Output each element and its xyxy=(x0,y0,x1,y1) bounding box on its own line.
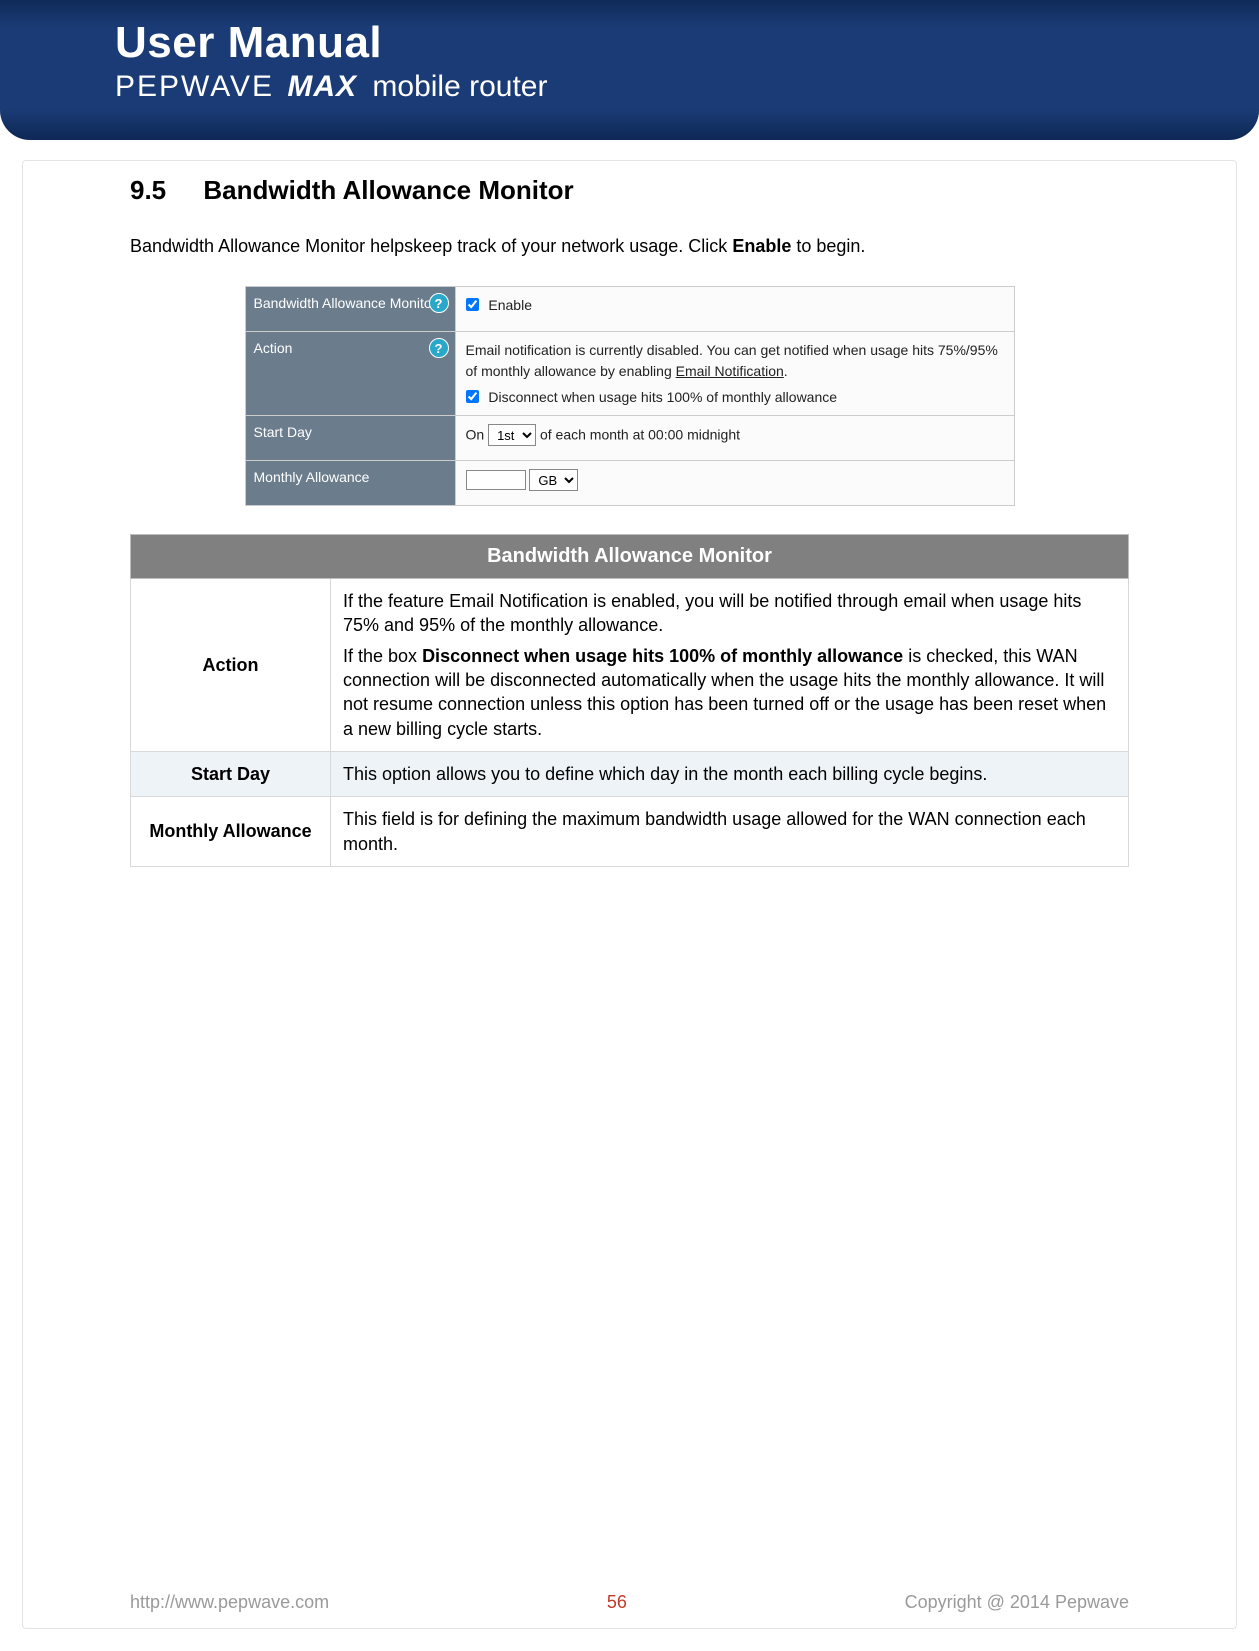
config-row-monitor: Bandwidth Allowance Monitor ? Enable xyxy=(245,287,1014,332)
config-value-startday: On 1st of each month at 00:00 midnight xyxy=(455,416,1014,461)
intro-text-post: to begin. xyxy=(791,236,865,256)
enable-checkbox[interactable] xyxy=(466,298,479,311)
page-footer: http://www.pepwave.com 56 Copyright @ 20… xyxy=(0,1592,1259,1613)
section-heading: 9.5 Bandwidth Allowance Monitor xyxy=(130,175,1129,206)
desc-header-row: Bandwidth Allowance Monitor xyxy=(131,535,1129,579)
desc-text-monthly: This field is for defining the maximum b… xyxy=(331,797,1129,867)
config-label-startday: Start Day xyxy=(245,416,455,461)
disconnect-row: Disconnect when usage hits 100% of month… xyxy=(466,387,1004,407)
desc-row-startday: Start Day This option allows you to defi… xyxy=(131,751,1129,796)
config-panel: Bandwidth Allowance Monitor ? Enable Act… xyxy=(245,286,1015,506)
desc-row-action: Action If the feature Email Notification… xyxy=(131,579,1129,752)
desc-action-p1: If the feature Email Notification is ena… xyxy=(343,589,1116,638)
page-content: 9.5 Bandwidth Allowance Monitor Bandwidt… xyxy=(0,140,1259,867)
header-brand: PEPWAVE xyxy=(115,70,274,103)
desc-label-action: Action xyxy=(131,579,331,752)
config-label-monthly: Monthly Allowance xyxy=(245,461,455,506)
startday-select[interactable]: 1st xyxy=(488,424,536,446)
startday-prefix: On xyxy=(466,427,485,443)
section-title: Bandwidth Allowance Monitor xyxy=(203,175,573,205)
intro-text-pre: Bandwidth Allowance Monitor helpskeep tr… xyxy=(130,236,732,256)
footer-copyright: Copyright @ 2014 Pepwave xyxy=(905,1592,1129,1613)
config-label-monitor: Bandwidth Allowance Monitor ? xyxy=(245,287,455,332)
desc-action-p2: If the box Disconnect when usage hits 10… xyxy=(343,644,1116,741)
header-model: MAX xyxy=(287,70,357,103)
config-row-monthly: Monthly Allowance GB xyxy=(245,461,1014,506)
desc-action-p2-pre: If the box xyxy=(343,646,422,666)
config-label-action-text: Action xyxy=(254,340,293,356)
desc-row-monthly: Monthly Allowance This field is for defi… xyxy=(131,797,1129,867)
desc-action-p2-bold: Disconnect when usage hits 100% of month… xyxy=(422,646,903,666)
intro-enable-word: Enable xyxy=(732,236,791,256)
desc-label-monthly: Monthly Allowance xyxy=(131,797,331,867)
config-label-monitor-text: Bandwidth Allowance Monitor xyxy=(254,295,437,311)
disconnect-label: Disconnect when usage hits 100% of month… xyxy=(488,389,837,405)
help-icon[interactable]: ? xyxy=(429,338,449,358)
desc-label-startday: Start Day xyxy=(131,751,331,796)
desc-text-startday: This option allows you to define which d… xyxy=(331,751,1129,796)
desc-text-action: If the feature Email Notification is ena… xyxy=(331,579,1129,752)
page-header: User Manual PEPWAVE MAX mobile router xyxy=(0,0,1259,140)
disconnect-checkbox[interactable] xyxy=(466,390,479,403)
config-label-action: Action ? xyxy=(245,332,455,416)
monthly-allowance-input[interactable] xyxy=(466,470,526,490)
config-label-startday-text: Start Day xyxy=(254,424,312,440)
intro-paragraph: Bandwidth Allowance Monitor helpskeep tr… xyxy=(130,234,1129,258)
help-icon[interactable]: ? xyxy=(429,293,449,313)
config-value-monitor: Enable xyxy=(455,287,1014,332)
config-row-startday: Start Day On 1st of each month at 00:00 … xyxy=(245,416,1014,461)
header-product: mobile router xyxy=(372,70,547,103)
config-row-action: Action ? Email notification is currently… xyxy=(245,332,1014,416)
description-table: Bandwidth Allowance Monitor Action If th… xyxy=(130,534,1129,867)
header-title: User Manual xyxy=(115,18,1259,68)
startday-suffix: of each month at 00:00 midnight xyxy=(540,427,740,443)
config-value-monthly: GB xyxy=(455,461,1014,506)
header-subtitle: PEPWAVE MAX mobile router xyxy=(115,70,1259,104)
footer-url: http://www.pepwave.com xyxy=(130,1592,329,1613)
action-email-text-post: . xyxy=(784,363,788,379)
email-notification-link[interactable]: Email Notification xyxy=(676,363,784,379)
monthly-unit-select[interactable]: GB xyxy=(529,469,578,491)
config-label-monthly-text: Monthly Allowance xyxy=(254,469,370,485)
config-value-action: Email notification is currently disabled… xyxy=(455,332,1014,416)
desc-header-cell: Bandwidth Allowance Monitor xyxy=(131,535,1129,579)
section-number: 9.5 xyxy=(130,175,166,206)
footer-page-number: 56 xyxy=(607,1592,627,1613)
enable-label: Enable xyxy=(488,297,532,313)
